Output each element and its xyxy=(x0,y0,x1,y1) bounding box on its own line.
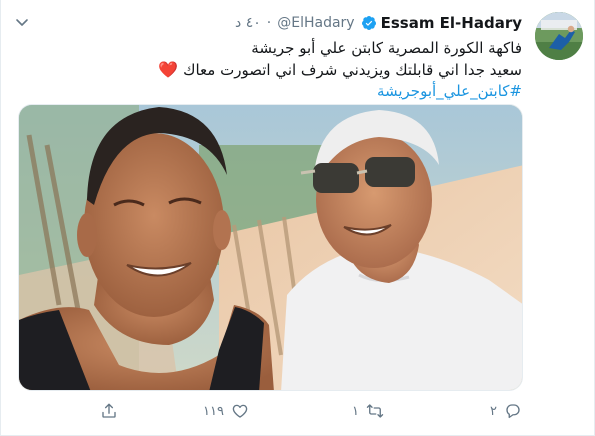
tweet-text-segment: سعيد جدا اني قابلتك ويزيدني شرف اني اتصو… xyxy=(183,61,522,79)
avatar[interactable] xyxy=(535,12,583,60)
heart-emoji-icon: ❤️ xyxy=(158,60,179,79)
retweet-icon xyxy=(366,404,384,418)
reply-icon xyxy=(506,404,520,419)
user-handle[interactable]: @ElHadary xyxy=(277,15,354,31)
tweet-actions: ٢ ١ ١١٩ xyxy=(0,398,595,424)
share-button[interactable] xyxy=(100,398,118,424)
like-icon xyxy=(232,404,248,418)
chevron-down-icon[interactable] xyxy=(14,14,30,30)
tweet-text-line: سعيد جدا اني قابلتك ويزيدني شرف اني اتصو… xyxy=(42,59,522,81)
tweet-text: فاكهة الكورة المصرية كابتن علي أبو جريشة… xyxy=(42,38,522,102)
selfie-photo[interactable] xyxy=(18,104,523,391)
verified-badge-icon xyxy=(361,15,377,31)
retweet-count: ١ xyxy=(352,403,359,419)
reply-count: ٢ xyxy=(490,403,497,419)
like-button[interactable]: ١١٩ xyxy=(203,398,249,424)
like-count: ١١٩ xyxy=(203,403,224,419)
hashtag-link[interactable]: #كابتن_علي_أبوجريشة xyxy=(42,81,522,102)
display-name[interactable]: Essam El-Hadary xyxy=(381,14,522,32)
separator-dot: · xyxy=(266,15,272,31)
tweet-header: ٤٠ د · @ElHadary Essam El-Hadary xyxy=(235,14,522,32)
reply-button[interactable]: ٢ xyxy=(490,398,522,424)
divider xyxy=(0,0,1,436)
share-icon xyxy=(102,403,116,418)
retweet-button[interactable]: ١ xyxy=(352,398,384,424)
tweet-text-line: فاكهة الكورة المصرية كابتن علي أبو جريشة xyxy=(251,39,522,57)
timestamp[interactable]: ٤٠ د xyxy=(235,15,261,31)
tweet-card[interactable]: ٤٠ د · @ElHadary Essam El-Hadary فاكهة ا… xyxy=(0,0,595,436)
